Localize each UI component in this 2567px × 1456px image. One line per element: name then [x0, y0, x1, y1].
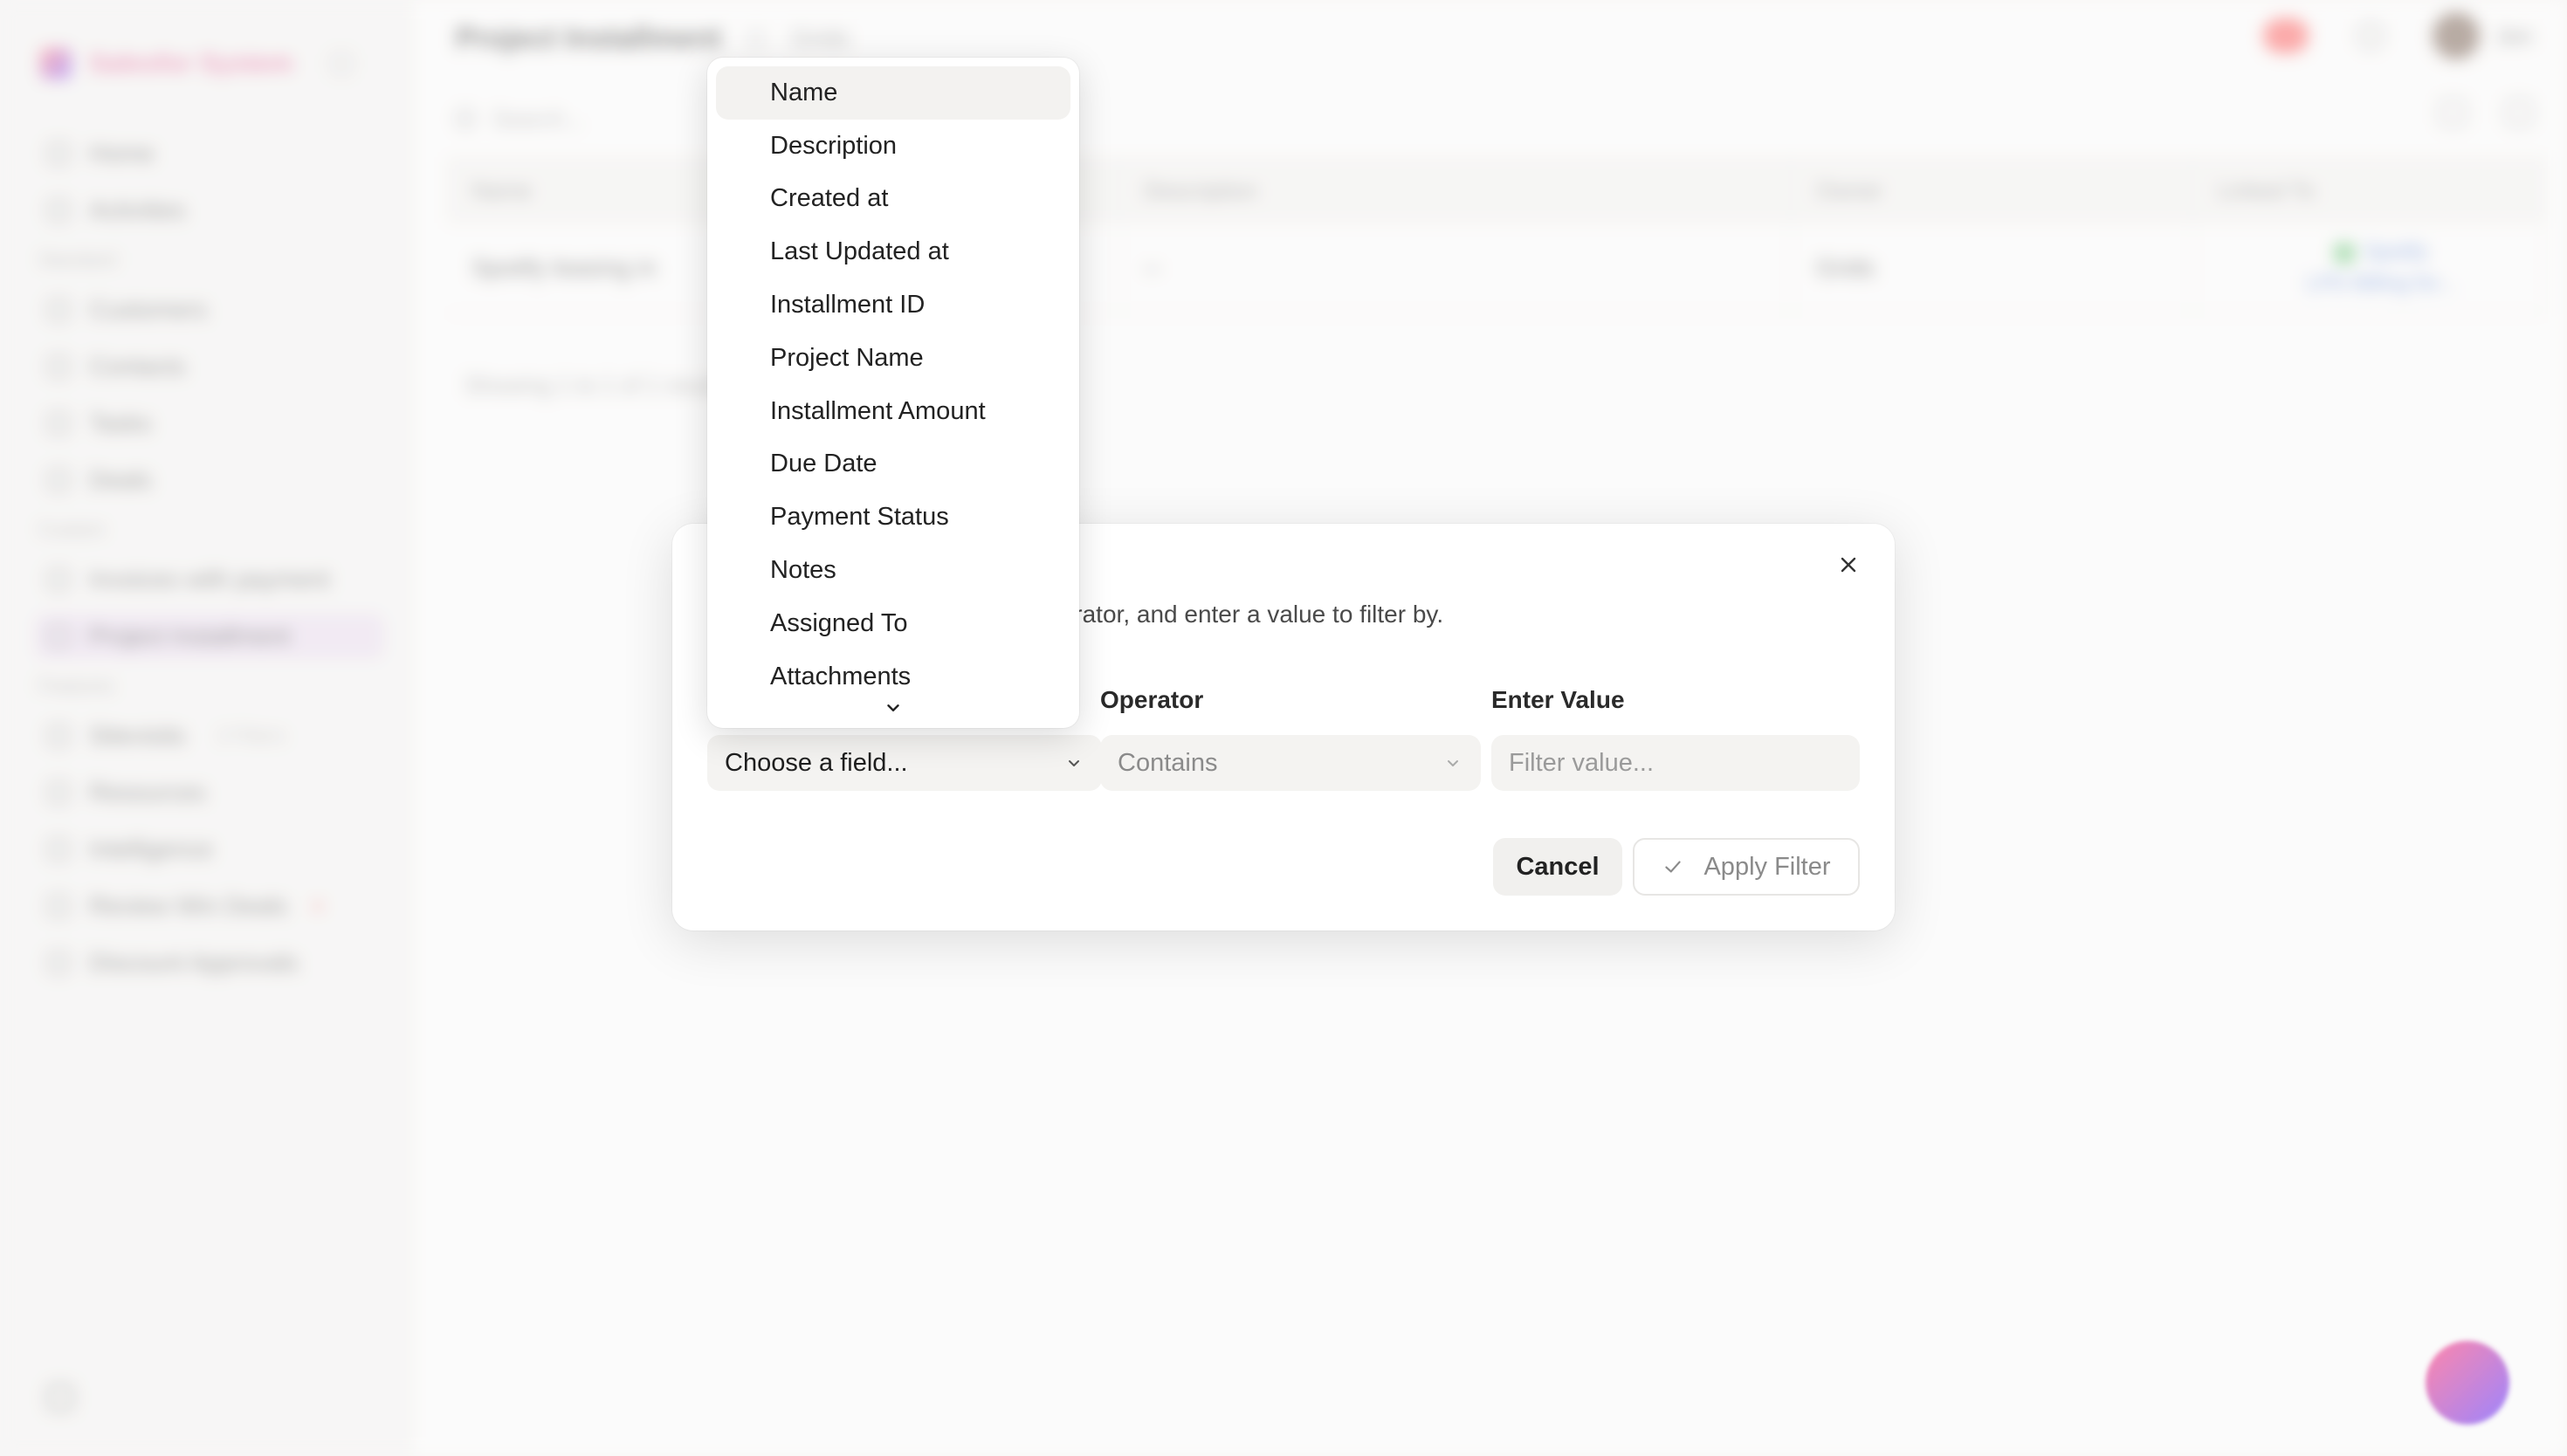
operator-select-value: Contains	[1118, 748, 1218, 777]
apply-filter-label: Apply Filter	[1703, 852, 1831, 881]
field-dropdown-menu: Name Description Created at Last Updated at…	[707, 58, 1079, 728]
value-label: Enter Value	[1491, 686, 1625, 713]
field-option-installment-amount[interactable]: Installment Amount	[716, 385, 1070, 438]
field-option-notes[interactable]: Notes	[716, 544, 1070, 597]
field-select[interactable]: Choose a field...	[707, 735, 1102, 791]
chevron-down-icon	[1448, 760, 1458, 766]
field-select-value: Choose a field...	[725, 748, 908, 777]
close-icon	[1841, 557, 1856, 573]
chevron-down-icon	[1069, 760, 1079, 766]
operator-label: Operator	[1100, 686, 1204, 713]
field-options-list: Name Description Created at Last Updated at…	[707, 66, 1079, 704]
apply-filter-button[interactable]: Apply Filter	[1633, 838, 1860, 896]
field-option-created-at[interactable]: Created at	[716, 173, 1070, 226]
close-button[interactable]	[1834, 550, 1863, 580]
field-option-installment-id[interactable]: Installment ID	[716, 278, 1070, 332]
check-icon	[1665, 861, 1682, 873]
field-option-due-date[interactable]: Due Date	[716, 438, 1070, 491]
scroll-down-button[interactable]	[707, 695, 1079, 721]
field-option-assigned-to[interactable]: Assigned To	[716, 597, 1070, 650]
field-option-payment-status[interactable]: Payment Status	[716, 491, 1070, 544]
field-option-description[interactable]: Description	[716, 120, 1070, 173]
chevron-down-icon	[887, 704, 899, 711]
field-option-project-name[interactable]: Project Name	[716, 332, 1070, 385]
filter-value-input[interactable]	[1491, 735, 1860, 791]
field-option-name[interactable]: Name	[716, 66, 1070, 120]
cancel-button[interactable]: Cancel	[1493, 838, 1622, 896]
operator-select[interactable]: Contains	[1100, 735, 1481, 791]
field-option-last-updated-at[interactable]: Last Updated at	[716, 225, 1070, 278]
